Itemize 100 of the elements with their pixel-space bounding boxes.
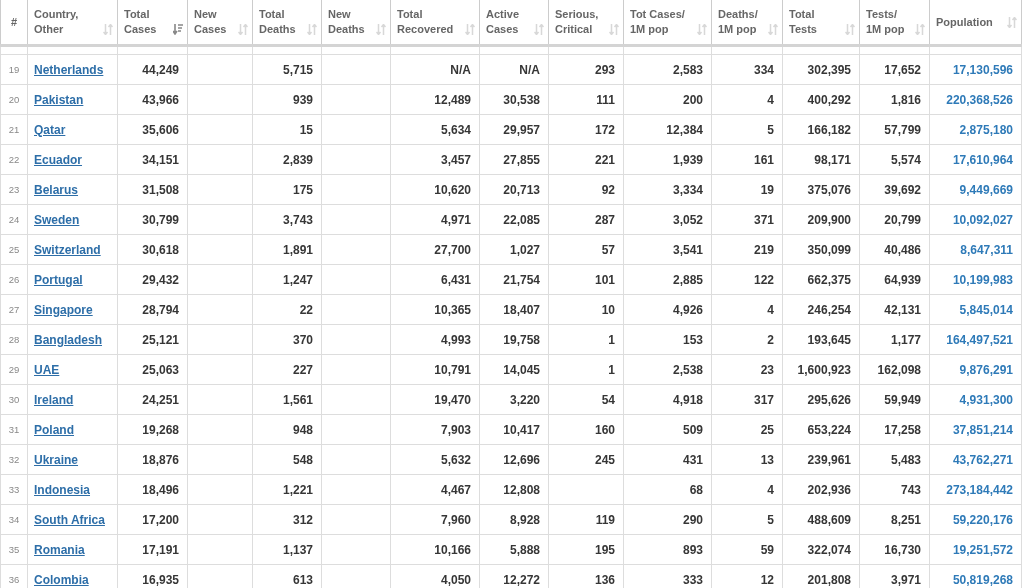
- table-cell: 160: [594, 422, 615, 437]
- table-cell: 9,876,291: [959, 362, 1013, 377]
- table-cell: 1: [608, 362, 615, 377]
- table-cell: 5: [767, 512, 774, 527]
- row-number: 32: [8, 454, 20, 465]
- table-cell: 1,027: [509, 242, 540, 257]
- table-cell: 15: [299, 122, 313, 137]
- sort-icon[interactable]: [103, 24, 113, 35]
- row-number: 33: [8, 484, 20, 495]
- table-cell: 164,497,521: [946, 332, 1013, 347]
- table-cell: 50,819,268: [952, 572, 1013, 587]
- row-number: 23: [8, 184, 20, 195]
- table-cell: 5,483: [890, 452, 921, 467]
- sort-icon[interactable]: [465, 24, 475, 35]
- table-cell: 21,754: [503, 272, 540, 287]
- table-cell: 57: [601, 242, 615, 257]
- table-cell: 19,268: [142, 422, 179, 437]
- table-cell: 153: [682, 332, 703, 347]
- table-cell: 287: [594, 212, 615, 227]
- table-cell: 119: [595, 512, 615, 527]
- table-cell: 4,926: [672, 302, 703, 317]
- sort-icon[interactable]: [1007, 16, 1017, 28]
- sort-icon[interactable]: [697, 24, 707, 35]
- table-cell: 3,541: [672, 242, 703, 257]
- table-cell: 13: [760, 452, 774, 467]
- table-cell: 4,993: [440, 332, 471, 347]
- table-cell: 1: [608, 332, 615, 347]
- table-cell: 4,467: [440, 482, 471, 497]
- sort-icon[interactable]: [768, 24, 778, 35]
- table-cell: 8,928: [509, 512, 540, 527]
- table-cell: 317: [753, 392, 774, 407]
- table-cell: 5,845,014: [959, 302, 1013, 317]
- sort-icon[interactable]: [307, 24, 317, 35]
- row-number: 31: [8, 424, 20, 435]
- table-cell: 3,971: [890, 572, 921, 587]
- table-cell: 1,891: [282, 242, 313, 257]
- table-cell: 2,875,180: [959, 122, 1013, 137]
- table-cell: 59,220,176: [952, 512, 1013, 527]
- table-cell: 2: [767, 332, 774, 347]
- table-cell: 5,574: [890, 152, 921, 167]
- sort-icon[interactable]: [534, 24, 544, 35]
- table-cell: 350,099: [807, 242, 851, 257]
- table-cell: 1,137: [282, 542, 313, 557]
- table-cell: 12,489: [434, 92, 471, 107]
- table-cell: 54: [601, 392, 615, 407]
- table-cell: 431: [682, 452, 703, 467]
- sort-icon[interactable]: [173, 24, 183, 35]
- table-cell: 19,470: [434, 392, 471, 407]
- table-cell: 22,085: [503, 212, 540, 227]
- column-header[interactable]: #: [10, 14, 18, 30]
- table-cell: 25,121: [142, 332, 179, 347]
- table-cell: 488,609: [807, 512, 851, 527]
- country-link[interactable]: Qatar: [34, 122, 66, 137]
- sort-icon[interactable]: [609, 24, 619, 35]
- table-cell: 5,888: [509, 542, 540, 557]
- table-cell: 10,365: [434, 302, 471, 317]
- table-cell: 245: [594, 452, 615, 467]
- table-cell: 8,647,311: [960, 242, 1013, 257]
- sort-icon[interactable]: [915, 24, 925, 35]
- table-cell: 44,249: [142, 62, 179, 77]
- table-cell: 10,620: [434, 182, 471, 197]
- table-cell: 20,713: [503, 182, 540, 197]
- table-cell: 312: [292, 512, 313, 527]
- table-cell: 5,632: [440, 452, 471, 467]
- table-cell: 4: [767, 302, 774, 317]
- sort-icon[interactable]: [376, 24, 386, 35]
- table-cell: 371: [753, 212, 774, 227]
- row-number: 28: [8, 334, 20, 345]
- table-cell: 19,758: [503, 332, 540, 347]
- sort-icon[interactable]: [238, 24, 248, 35]
- table-cell: 59: [760, 542, 774, 557]
- table-cell: 24,251: [142, 392, 179, 407]
- table-cell: 209,900: [807, 212, 851, 227]
- table-cell: 22: [299, 302, 313, 317]
- table-cell: 2,538: [672, 362, 703, 377]
- table-cell: 12,808: [503, 482, 540, 497]
- sort-icon[interactable]: [845, 24, 855, 35]
- table-cell: 743: [900, 482, 921, 497]
- row-number: 26: [8, 274, 20, 285]
- table-cell: 3,743: [282, 212, 313, 227]
- row-number: 36: [8, 574, 20, 585]
- table-cell: 18,876: [142, 452, 179, 467]
- table-cell: 12,384: [666, 122, 703, 137]
- table-cell: 34,151: [142, 152, 179, 167]
- table-cell: 4: [767, 482, 774, 497]
- table-cell: 4,971: [440, 212, 471, 227]
- table-cell: 43,762,271: [952, 452, 1013, 467]
- table-cell: 19,251,572: [952, 542, 1013, 557]
- table-cell: 653,224: [807, 422, 851, 437]
- table-cell: 548: [292, 452, 313, 467]
- row-number: 34: [8, 514, 20, 525]
- table-cell: 333: [682, 572, 703, 587]
- table-cell: 273,184,442: [946, 482, 1013, 497]
- table-cell: 10,417: [503, 422, 540, 437]
- country-link[interactable]: UAE: [34, 362, 60, 377]
- table-cell: 17,610,964: [952, 152, 1013, 167]
- row-number: 22: [8, 154, 20, 165]
- table-cell: 322,074: [807, 542, 851, 557]
- table-cell: 948: [292, 422, 313, 437]
- table-cell: 161: [753, 152, 774, 167]
